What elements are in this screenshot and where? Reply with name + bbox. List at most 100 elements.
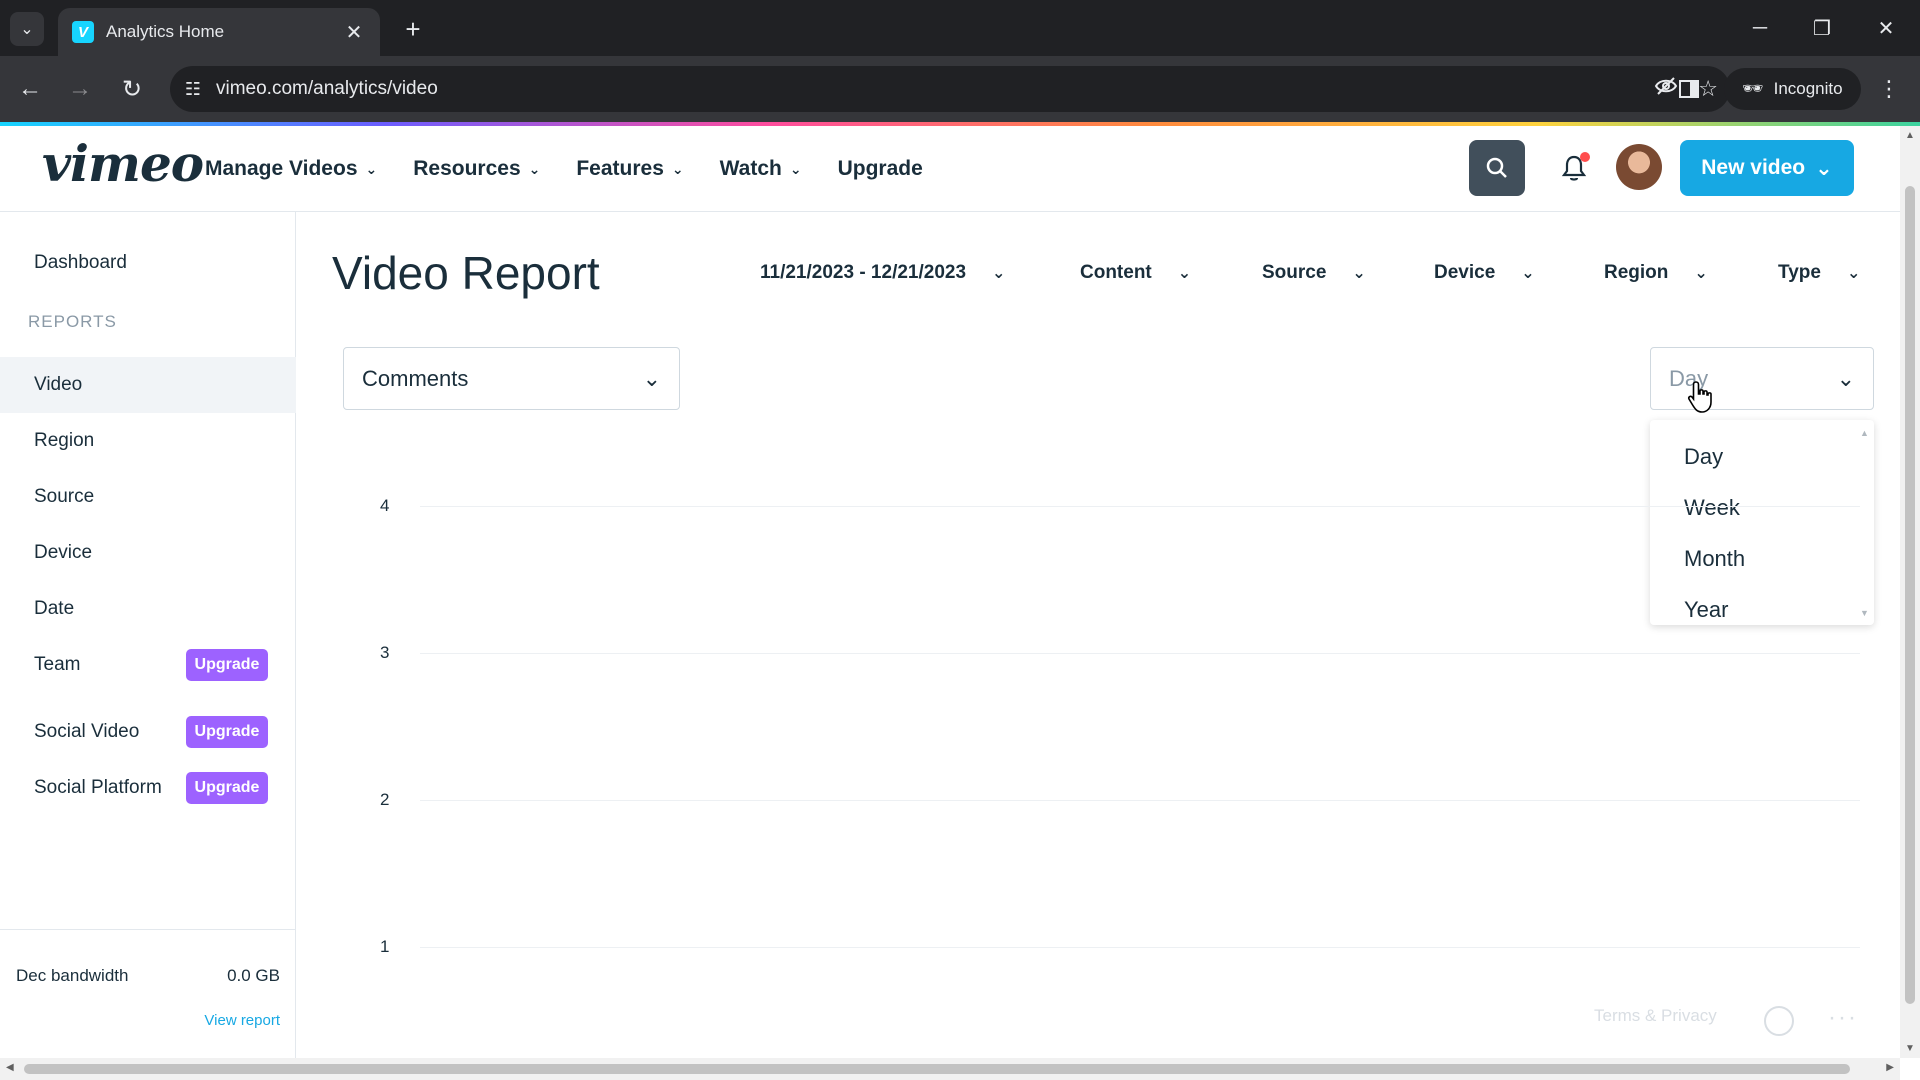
view-report-link[interactable]: View report [204, 1012, 280, 1029]
site-header: vimeo Manage Videos ⌄ Resources ⌄ Featur… [0, 126, 1900, 212]
nav-watch[interactable]: Watch ⌄ [720, 157, 802, 181]
notifications-button[interactable] [1554, 148, 1594, 188]
upgrade-badge[interactable]: Upgrade [186, 772, 268, 804]
metric-select-value: Comments [362, 365, 469, 391]
scroll-up-icon[interactable]: ▲ [1905, 130, 1915, 141]
filter-label: Device [1434, 262, 1496, 283]
browser-menu-icon[interactable]: ⋮ [1872, 72, 1906, 106]
period-option-day[interactable]: Day [1684, 444, 1723, 470]
nav-upgrade[interactable]: Upgrade [838, 157, 923, 181]
upgrade-badge[interactable]: Upgrade [186, 649, 268, 681]
chevron-down-icon: ⌄ [528, 160, 541, 177]
reports-sidebar: Dashboard REPORTS Video Region Source De… [0, 212, 296, 1058]
content-filter[interactable]: Content ⌄ [1080, 262, 1191, 284]
period-select[interactable]: Day ⌄ [1650, 347, 1874, 410]
scroll-left-icon[interactable]: ◀ [6, 1062, 14, 1073]
side-panel-icon[interactable] [1672, 72, 1706, 106]
date-range-filter[interactable]: 11/21/2023 - 12/21/2023 ⌄ [760, 262, 1005, 284]
chart-gridline [420, 947, 1860, 948]
comments-chart: 4 3 2 1 [380, 470, 1880, 970]
restore-icon[interactable]: ❐ [1802, 10, 1842, 46]
notification-dot [1580, 152, 1590, 162]
minimize-icon[interactable]: ─ [1740, 10, 1780, 46]
chart-gridline [420, 800, 1860, 801]
reload-icon[interactable]: ↻ [114, 71, 150, 107]
chevron-down-icon: ⌄ [1815, 156, 1833, 180]
nav-label: Watch [719, 157, 782, 180]
close-icon[interactable]: ✕ [342, 20, 366, 45]
sidebar-item-social-platform[interactable]: Social Platform Upgrade [0, 760, 296, 816]
nav-label: Upgrade [837, 157, 923, 180]
incognito-indicator[interactable]: 🕶 Incognito [1724, 68, 1861, 110]
sidebar-item-date[interactable]: Date [0, 581, 296, 637]
search-button[interactable] [1469, 140, 1525, 196]
nav-label: Manage Videos [205, 157, 358, 180]
sidebar-item-label: Date [34, 598, 75, 619]
bandwidth-label: Dec bandwidth [16, 966, 129, 985]
new-video-button[interactable]: New video ⌄ [1680, 140, 1854, 196]
page-title: Video Report [332, 247, 600, 299]
upgrade-badge[interactable]: Upgrade [186, 716, 268, 748]
url-text[interactable]: vimeo.com/analytics/video [216, 78, 438, 100]
avatar[interactable] [1616, 144, 1662, 190]
page-vertical-scrollbar[interactable]: ▲ ▼ [1900, 126, 1920, 1058]
sidebar-item-label: Dashboard [34, 252, 127, 273]
vimeo-favicon-icon: V [72, 21, 94, 43]
chevron-down-icon: ⌄ [1836, 365, 1855, 391]
search-icon [1486, 157, 1507, 178]
device-filter[interactable]: Device ⌄ [1434, 262, 1535, 284]
nav-features[interactable]: Features ⌄ [576, 157, 683, 181]
back-arrow-icon[interactable]: ← [12, 71, 48, 107]
y-axis-tick-label: 4 [380, 496, 390, 515]
sidebar-item-label: Source [34, 486, 95, 507]
chevron-down-icon: ⌄ [20, 21, 34, 38]
site-info-icon[interactable]: ☷ [170, 66, 216, 112]
nav-resources[interactable]: Resources ⌄ [413, 157, 540, 181]
page-horizontal-scrollbar[interactable]: ◀ ▶ [0, 1058, 1900, 1080]
sidebar-item-label: Video [34, 374, 83, 395]
scrollbar-thumb[interactable] [1905, 186, 1915, 1004]
address-bar[interactable]: ☷ vimeo.com/analytics/video ☆ [170, 66, 1730, 112]
window-close-icon[interactable]: ✕ [1866, 10, 1906, 46]
chevron-down-icon: ⌄ [642, 365, 661, 391]
scroll-right-icon[interactable]: ▶ [1886, 1062, 1894, 1073]
sidebar-item-team[interactable]: Team Upgrade [0, 637, 296, 693]
browser-tab-bar: ⌄ V Analytics Home ✕ + ─ ❐ ✕ [0, 0, 1920, 56]
forward-arrow-icon[interactable]: → [62, 71, 98, 107]
sidebar-item-label: Social Platform [34, 777, 162, 798]
scroll-up-icon[interactable]: ▲ [1860, 428, 1869, 438]
scrollbar-thumb[interactable] [24, 1064, 1850, 1074]
hand-cursor-icon [1687, 381, 1712, 413]
sidebar-item-device[interactable]: Device [0, 525, 296, 581]
type-filter[interactable]: Type ⌄ [1778, 262, 1860, 284]
sidebar-item-video[interactable]: Video [0, 357, 296, 413]
region-filter[interactable]: Region ⌄ [1604, 262, 1708, 284]
filter-label: Region [1604, 262, 1669, 283]
chevron-down-icon: ⌄ [1846, 265, 1861, 282]
terms-privacy-link[interactable]: Terms & Privacy [1594, 1006, 1717, 1026]
chevron-down-icon: ⌄ [1352, 265, 1366, 282]
nav-label: Features [576, 157, 664, 180]
vimeo-logo[interactable]: vimeo [42, 134, 204, 193]
accessibility-icon[interactable] [1764, 1006, 1794, 1036]
chevron-down-icon: ⌄ [789, 160, 802, 177]
filter-label: Type [1778, 262, 1821, 283]
sidebar-item-dashboard[interactable]: Dashboard [0, 235, 296, 291]
bandwidth-panel: Dec bandwidth 0.0 GB View report [0, 929, 296, 1059]
chart-gridline [420, 506, 1860, 507]
tab-search-button[interactable]: ⌄ [10, 12, 44, 46]
chevron-down-icon: ⌄ [365, 160, 378, 177]
browser-tab-active[interactable]: V Analytics Home ✕ [58, 8, 380, 56]
source-filter[interactable]: Source ⌄ [1262, 262, 1366, 284]
sidebar-item-social-video[interactable]: Social Video Upgrade [0, 704, 296, 760]
sidebar-item-region[interactable]: Region [0, 413, 296, 469]
sidebar-item-source[interactable]: Source [0, 469, 296, 525]
y-axis-tick-label: 3 [380, 643, 390, 662]
scroll-down-icon[interactable]: ▼ [1905, 1043, 1915, 1054]
nav-manage-videos[interactable]: Manage Videos ⌄ [205, 157, 377, 181]
new-tab-button[interactable]: + [396, 12, 430, 46]
more-options-icon[interactable]: ··· [1828, 1004, 1858, 1032]
y-axis-tick-label: 2 [380, 790, 390, 809]
chevron-down-icon: ⌄ [671, 160, 684, 177]
metric-select[interactable]: Comments ⌄ [343, 347, 680, 410]
